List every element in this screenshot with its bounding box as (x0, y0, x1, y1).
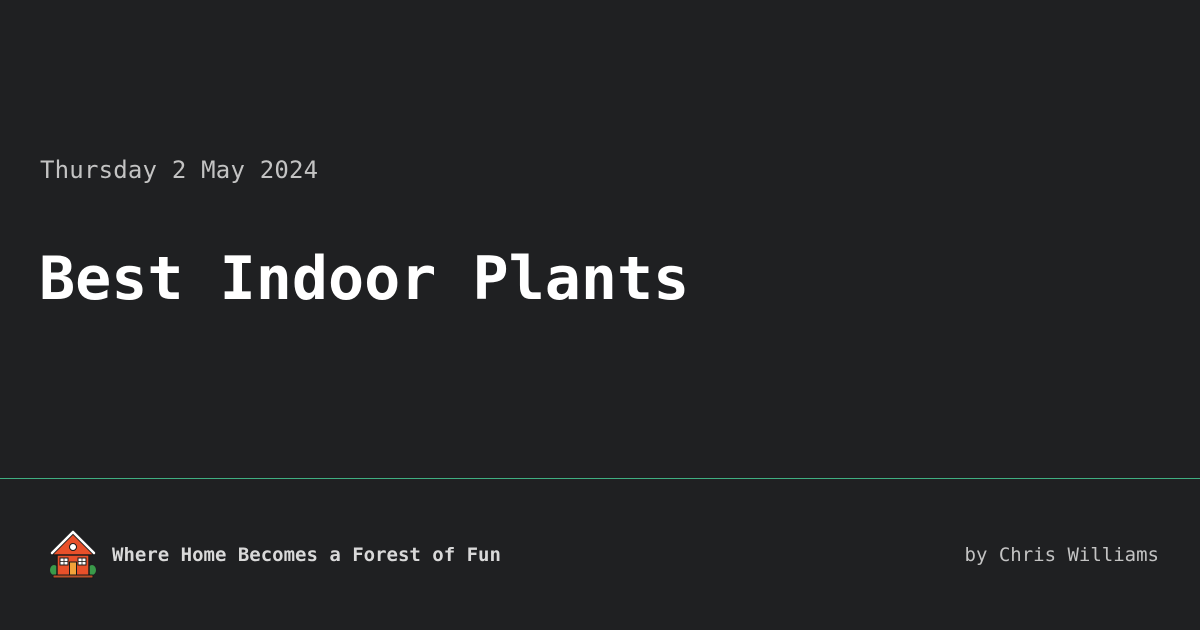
site-tagline: Where Home Becomes a Forest of Fun (112, 544, 501, 566)
author-byline: by Chris Williams (964, 544, 1159, 566)
footer: Where Home Becomes a Forest of Fun by Ch… (0, 479, 1200, 630)
house-icon (48, 529, 98, 581)
post-date: Thursday 2 May 2024 (40, 156, 319, 184)
post-title: Best Indoor Plants (39, 244, 690, 314)
social-card: Thursday 2 May 2024 Best Indoor Plants W… (0, 0, 1200, 630)
